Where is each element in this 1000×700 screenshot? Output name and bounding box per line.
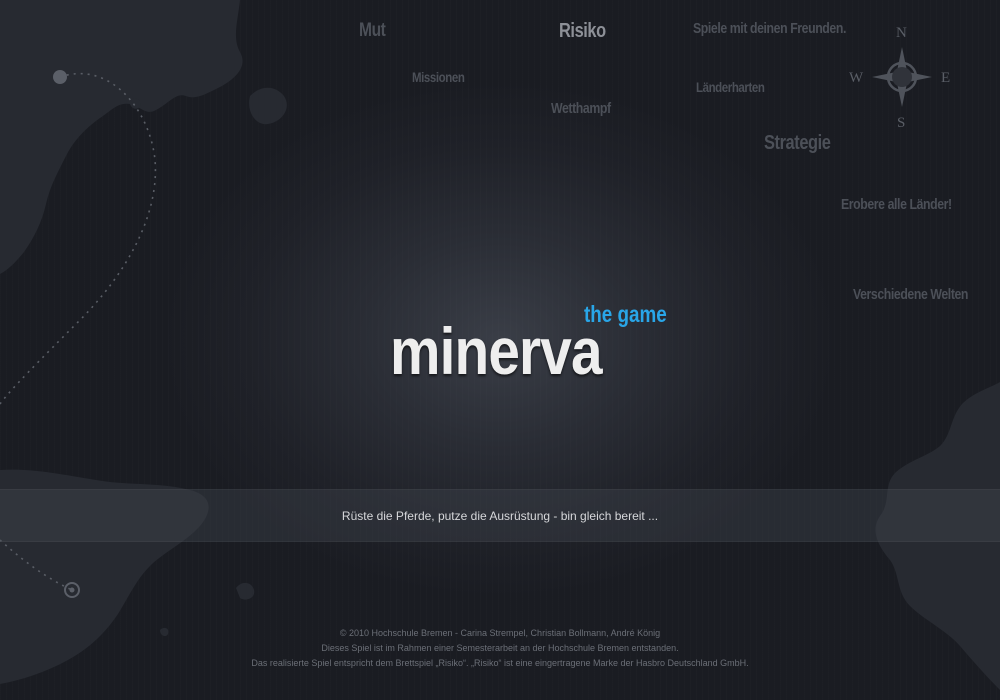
compass-east-label: E [941,70,951,86]
bg-word-welten: Verschiedene Welten [853,286,969,303]
game-logo: minerva [390,314,603,388]
footer: © 2010 Hochschule Bremen - Carina Stremp… [0,626,1000,671]
bg-word-mut: Mut [359,20,386,41]
loading-message: Rüste die Pferde, putze die Ausrüstung -… [341,509,659,523]
landmass-northwest [0,0,243,274]
loading-status-bar: Rüste die Pferde, putze die Ausrüstung -… [0,489,1000,542]
bg-word-risiko: Risiko [559,20,606,42]
bg-word-wetthampf: Wetthampf [551,100,611,117]
compass-south-label: S [897,115,906,131]
footer-copyright: © 2010 Hochschule Bremen - Carina Stremp… [339,628,661,638]
island-northwest [249,87,287,125]
footer-project-note: Dieses Spiel ist im Rahmen einer Semeste… [321,643,679,653]
route-start-marker [53,70,67,84]
loading-screen: Mut Risiko Spiele mit deinen Freunden. M… [0,0,1000,700]
footer-trademark-note: Das realisierte Spiel entspricht dem Bre… [251,658,749,668]
island-small [130,98,141,109]
compass-north-label: N [896,25,907,41]
compass-west-label: W [849,70,864,86]
island-southwest [236,582,255,600]
bg-word-strategie: Strategie [764,132,831,154]
bg-word-erobere: Erobere alle Länder! [841,196,952,213]
bg-word-missionen: Missionen [412,69,465,85]
compass-rose-icon [872,47,932,107]
bg-word-laenderharten: Länderharten [696,79,765,95]
bg-word-spiele: Spiele mit deinen Freunden. [693,20,846,37]
game-tagline: the game [584,301,667,327]
